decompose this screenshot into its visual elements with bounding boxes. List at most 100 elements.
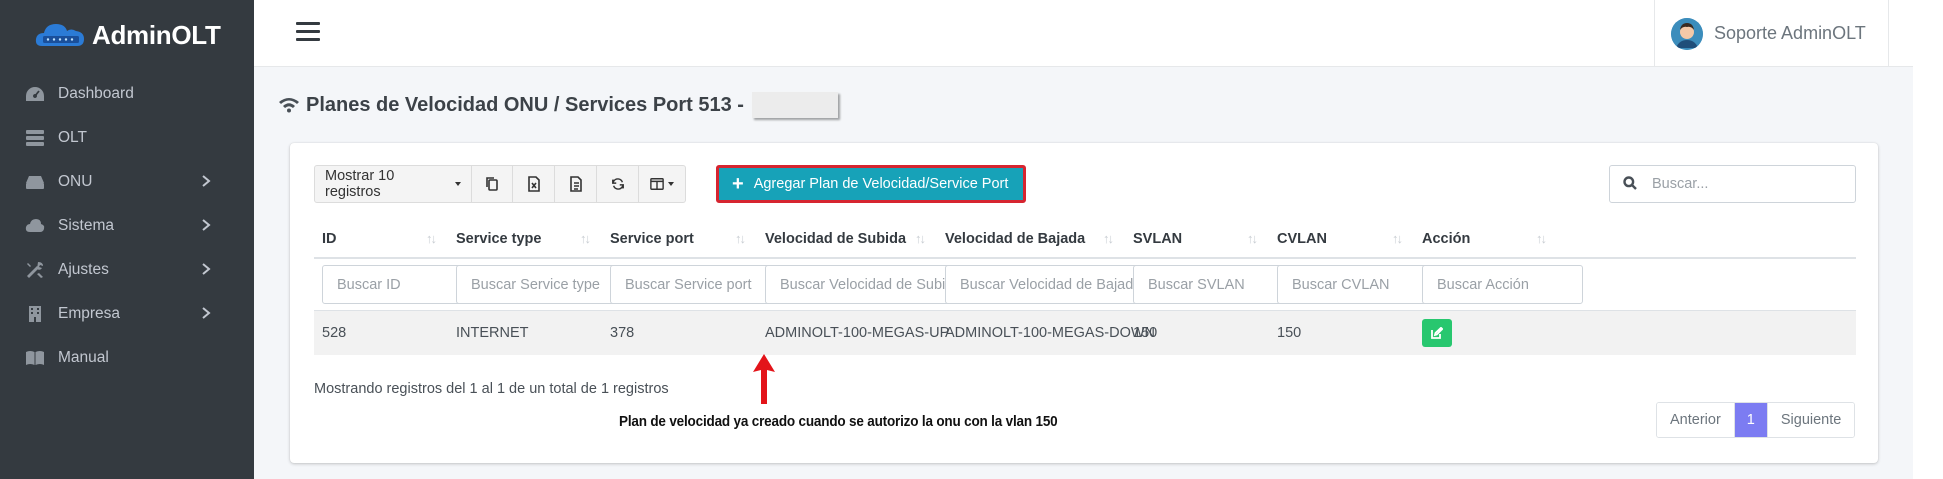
column-header-download-speed[interactable]: Velocidad de Bajada ↑↓ — [937, 219, 1125, 259]
page-1-button[interactable]: 1 — [1734, 403, 1768, 437]
cell-download-speed: ADMINOLT-100-MEGAS-DOWN — [945, 325, 1156, 341]
column-header-label: Velocidad de Subida — [765, 231, 907, 247]
filter-action-input[interactable] — [1422, 265, 1583, 304]
brand-name: AdminOLT — [92, 19, 221, 50]
sidebar-item-onu[interactable]: ONU — [0, 160, 254, 204]
cell-upload-speed: ADMINOLT-100-MEGAS-UP — [765, 325, 950, 341]
page-length-label: Mostrar 10 registros — [325, 168, 395, 200]
caret-down-icon — [455, 182, 461, 186]
redacted-area — [751, 92, 838, 118]
sidebar-item-manual[interactable]: Manual — [0, 336, 254, 380]
export-excel-button[interactable] — [513, 166, 555, 202]
chevron-right-icon — [200, 262, 214, 276]
copy-icon — [486, 177, 498, 191]
sort-icon: ↑↓ — [915, 231, 926, 246]
column-header-cvlan[interactable]: CVLAN ↑↓ — [1269, 219, 1414, 259]
column-header-label: ID — [322, 231, 337, 247]
sort-icon: ↑↓ — [1536, 231, 1547, 246]
sync-icon — [611, 178, 624, 190]
column-header-service-port[interactable]: Service port ↑↓ — [602, 219, 757, 259]
sidebar-item-label: Manual — [58, 349, 109, 366]
sidebar-nav: Dashboard OLT ONU Sistema Ajustes Empres… — [0, 72, 254, 380]
page-title: Planes de Velocidad ONU / Services Port … — [278, 92, 838, 118]
table-filter-row — [314, 259, 1856, 311]
edit-button[interactable] — [1422, 319, 1452, 347]
filter-download-speed-input[interactable] — [945, 265, 1163, 304]
filter-cvlan-input[interactable] — [1277, 265, 1440, 304]
cloud-logo-icon — [35, 24, 84, 46]
copy-button[interactable] — [472, 166, 513, 202]
sidebar-item-label: Ajustes — [58, 261, 109, 278]
add-button-label: Agregar Plan de Velocidad/Service Port — [753, 176, 1009, 192]
tools-icon — [24, 260, 46, 280]
page-title-text: Planes de Velocidad ONU / Services Port … — [306, 93, 744, 116]
user-menu[interactable]: Soporte AdminOLT — [1654, 0, 1889, 67]
red-arrow-annotation — [753, 354, 775, 404]
sort-icon: ↑↓ — [1103, 231, 1114, 246]
server-icon — [24, 128, 46, 148]
sort-icon: ↑↓ — [1392, 231, 1403, 246]
top-navbar: Soporte AdminOLT — [254, 0, 1913, 67]
column-header-upload-speed[interactable]: Velocidad de Subida ↑↓ — [757, 219, 937, 259]
columns-icon — [650, 178, 664, 190]
search-input[interactable] — [1652, 176, 1832, 192]
wifi-icon — [278, 95, 302, 115]
speed-plans-table: ID ↑↓ Service type ↑↓ Service port ↑↓ Veloc… — [314, 219, 1856, 355]
next-page-button[interactable]: Siguiente — [1767, 403, 1855, 437]
cloud-icon — [24, 216, 46, 236]
column-header-label: Service type — [456, 231, 542, 247]
sidebar-item-olt[interactable]: OLT — [0, 116, 254, 160]
filter-service-port-input[interactable] — [610, 265, 785, 304]
page-length-select[interactable]: Mostrar 10 registros — [315, 166, 472, 202]
column-visibility-button[interactable] — [639, 166, 685, 202]
sort-icon: ↑↓ — [580, 231, 591, 246]
caret-down-icon — [668, 182, 674, 186]
book-icon — [24, 348, 46, 368]
search-icon — [1623, 175, 1637, 193]
cell-service-port: 378 — [610, 325, 635, 341]
sidebar-item-sistema[interactable]: Sistema — [0, 204, 254, 248]
cell-id: 528 — [322, 325, 347, 341]
column-header-id[interactable]: ID ↑↓ — [314, 219, 448, 259]
export-csv-button[interactable] — [555, 166, 597, 202]
filter-id-input[interactable] — [322, 265, 472, 304]
column-header-service-type[interactable]: Service type ↑↓ — [448, 219, 602, 259]
hamburger-menu-icon[interactable] — [296, 22, 320, 44]
pagination: Anterior 1 Siguiente — [1656, 402, 1856, 438]
hdd-icon — [24, 172, 46, 192]
building-icon — [24, 304, 46, 324]
reload-button[interactable] — [597, 166, 639, 202]
cell-service-type: INTERNET — [456, 325, 529, 341]
column-header-action[interactable]: Acción ↑↓ — [1414, 219, 1556, 259]
sidebar-item-label: Sistema — [58, 217, 114, 234]
sort-icon: ↑↓ — [1247, 231, 1258, 246]
filter-service-type-input[interactable] — [456, 265, 631, 304]
table-info: Mostrando registros del 1 al 1 de un tot… — [314, 381, 669, 397]
filter-upload-speed-input[interactable] — [765, 265, 971, 304]
annotation-text: Plan de velocidad ya creado cuando se au… — [619, 413, 1058, 430]
previous-page-button[interactable]: Anterior — [1657, 403, 1735, 437]
column-header-svlan[interactable]: SVLAN ↑↓ — [1125, 219, 1269, 259]
sidebar-item-label: OLT — [58, 129, 87, 146]
table-toolbar: Mostrar 10 registros — [314, 165, 686, 203]
data-table-card: Mostrar 10 registros + Agregar Plan de V… — [290, 143, 1878, 463]
sidebar-item-ajustes[interactable]: Ajustes — [0, 248, 254, 292]
add-speed-plan-button[interactable]: + Agregar Plan de Velocidad/Service Port — [716, 165, 1026, 203]
table-header-row: ID ↑↓ Service type ↑↓ Service port ↑↓ Veloc… — [314, 219, 1856, 259]
sidebar-item-label: Dashboard — [58, 85, 134, 102]
tachometer-icon — [24, 84, 46, 104]
table-row: 528 INTERNET 378 ADMINOLT-100-MEGAS-UP A… — [314, 311, 1856, 355]
chevron-right-icon — [200, 174, 214, 188]
page-edge — [1913, 0, 1943, 479]
sort-icon: ↑↓ — [735, 231, 746, 246]
global-search — [1609, 165, 1856, 203]
column-header-label: Velocidad de Bajada — [945, 231, 1086, 247]
sidebar-item-empresa[interactable]: Empresa — [0, 292, 254, 336]
cell-cvlan: 150 — [1277, 325, 1302, 341]
filter-svlan-input[interactable] — [1133, 265, 1295, 304]
brand[interactable]: AdminOLT — [0, 0, 254, 70]
edit-icon — [1431, 327, 1443, 339]
sidebar-item-label: ONU — [58, 173, 93, 190]
user-name: Soporte AdminOLT — [1714, 23, 1866, 43]
sidebar-item-dashboard[interactable]: Dashboard — [0, 72, 254, 116]
